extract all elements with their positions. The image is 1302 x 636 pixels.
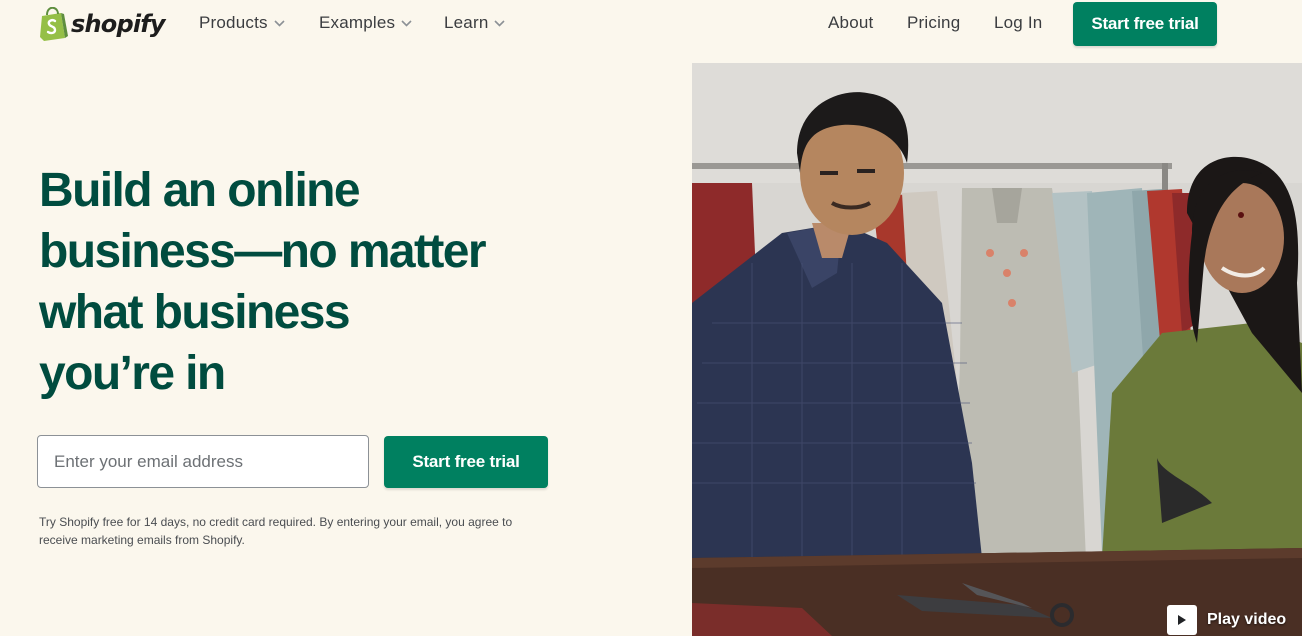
- nav-pricing-link[interactable]: Pricing: [907, 13, 960, 33]
- nav-products-label: Products: [199, 13, 268, 32]
- hero-title-line: business—no matter: [39, 225, 487, 278]
- hero-start-free-trial-button[interactable]: Start free trial: [384, 436, 548, 488]
- nav-examples[interactable]: Examples: [319, 13, 412, 33]
- nav-products[interactable]: Products: [199, 13, 285, 33]
- top-navigation: shopify Products Examples Learn About Pr…: [0, 0, 1302, 50]
- play-video-label: Play video: [1207, 611, 1287, 628]
- nav-examples-label: Examples: [319, 13, 396, 32]
- play-icon: [1167, 605, 1197, 635]
- nav-learn[interactable]: Learn: [444, 13, 506, 33]
- chevron-down-icon: [401, 19, 412, 27]
- hero-video[interactable]: Play video: [692, 63, 1302, 636]
- hero-title: Build an online business—no matter what …: [39, 160, 559, 404]
- nav-about-link[interactable]: About: [828, 13, 873, 33]
- video-thumbnail: [692, 63, 1302, 636]
- chevron-down-icon: [494, 19, 506, 27]
- hero-title-line: Build an online: [39, 164, 361, 217]
- nav-learn-label: Learn: [444, 13, 489, 32]
- chevron-down-icon: [274, 19, 285, 27]
- hero-title-line: what business: [39, 286, 351, 339]
- nav-login-link[interactable]: Log In: [994, 13, 1042, 33]
- hero-title-line: you’re in: [39, 347, 226, 400]
- logo-wordmark: shopify: [71, 10, 166, 38]
- shopify-logo[interactable]: shopify: [38, 6, 166, 42]
- email-input[interactable]: [37, 435, 369, 488]
- nav-start-free-trial-button[interactable]: Start free trial: [1073, 2, 1217, 46]
- trial-disclaimer: Try Shopify free for 14 days, no credit …: [39, 515, 513, 547]
- shopify-bag-icon: [40, 7, 68, 41]
- play-video-button[interactable]: Play video: [1167, 605, 1286, 635]
